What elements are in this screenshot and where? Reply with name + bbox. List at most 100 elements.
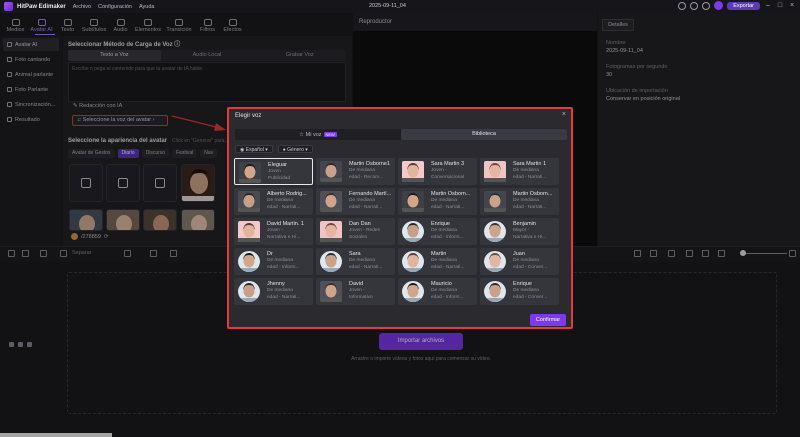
help-icon[interactable] [690,1,699,10]
voice-card[interactable]: Martin Osborn... De mediana edad - Narrati… [480,188,559,215]
voice-meta: edad - Conver... [513,295,548,300]
menu-ayuda[interactable]: Ayuda [139,4,155,10]
voice-meta: Informativo [349,295,373,300]
voice-avatar-image [239,162,261,183]
voice-avatar-image [320,251,342,272]
voice-name: Sara Martin 1 [513,161,547,167]
voice-avatar-image [402,281,424,302]
voice-name: Jhenny [267,281,285,287]
new-badge: NEW [323,132,337,137]
voice-card[interactable]: Jhenny De mediana edad - Narrati... [234,278,313,305]
voice-meta: edad - Narrati... [267,205,301,210]
user-avatar[interactable] [714,1,724,10]
voice-card[interactable]: Martin Osborne1 De mediana edad - Recom... [316,158,395,185]
voice-meta: edad - Narrati... [431,205,465,210]
voice-meta: Narrativa e Hi... [513,235,547,240]
voice-card[interactable]: Dan Dan Joven - Redes Sociales [316,218,395,245]
voice-card[interactable]: Sara Martin 3 Joven - Conversacional [398,158,477,185]
maximize-icon[interactable]: □ [776,2,784,10]
voice-avatar-image [320,221,342,242]
voice-name: Sara Martin 3 [431,161,465,167]
voice-avatar-image [238,221,260,242]
export-button[interactable]: Exportar [727,1,760,10]
voice-meta: edad - Narrati... [267,295,301,300]
voice-card[interactable]: Juan De mediana edad - Conver... [480,248,559,275]
voice-card[interactable]: Dr De mediana edad - Inform... [234,248,313,275]
voice-card[interactable]: Martin Osborn... De mediana edad - Narrati… [398,188,477,215]
voice-meta: De mediana [349,258,375,263]
voice-meta: De mediana [513,288,539,293]
confirm-button[interactable]: Confirmar [530,314,566,326]
voice-card[interactable]: Martin De mediana edad - Narrati... [398,248,477,275]
gender-label: Género [287,147,304,153]
voice-meta: De mediana [513,258,539,263]
voice-avatar-image [402,221,424,242]
voice-card[interactable]: Mauricio De mediana edad - Inform... [398,278,477,305]
my-voice-icon: ☆ [299,132,305,138]
voice-meta: De mediana [513,198,539,203]
voice-meta: edad - Narrati... [349,265,383,270]
voice-card[interactable]: Sara De mediana edad - Narrati... [316,248,395,275]
dialog-title: Elegir voz [235,113,262,119]
voice-meta: edad - Inform... [267,265,300,270]
voice-meta: De mediana [349,168,375,173]
voice-filters: ◉ Español ▾ ● Género ▾ [235,145,313,153]
voice-avatar-image [402,191,424,212]
voice-name: Eleguar [268,162,287,168]
close-icon[interactable]: × [562,111,566,118]
voice-avatar-image [484,221,506,242]
voice-name: Martin Osborne1 [349,161,390,167]
voice-source-tabs: ☆ Mi voz NEW Biblioteca [235,129,567,140]
voice-meta: De mediana [349,198,375,203]
voice-name: Alberto Rodrig... [267,191,307,197]
voice-avatar-image [320,191,342,212]
tab-biblioteca[interactable]: Biblioteca [401,129,567,140]
menu-configuracion[interactable]: Configuración [98,4,132,10]
voice-name: Juan [513,251,525,257]
chevron-down-icon: ▾ [305,147,308,153]
voice-meta: edad - Conver... [513,265,548,270]
document-title: 2025-09-11_04 [369,3,406,9]
voice-meta: edad - Narrati... [513,175,547,180]
voice-card[interactable]: Benjamin Mayor - Narrativa e Hi... [480,218,559,245]
voice-meta: edad - Inform... [431,235,464,240]
voice-name: Martin [431,251,447,257]
gender-dropdown[interactable]: ● Género ▾ [277,145,313,153]
voice-card[interactable]: David Martin. 1 Joven - Narrativa e Hi... [234,218,313,245]
voice-meta: edad - Narrati... [513,205,547,210]
minimize-icon[interactable]: – [764,2,772,10]
voice-card[interactable]: Eleguar Joven Publicidad [234,158,313,185]
tab-mi-voz[interactable]: ☆ Mi voz NEW [235,129,401,140]
download-icon[interactable] [702,1,711,10]
voice-grid: Eleguar Joven Publicidad Martin Osborne1 De … [234,158,566,305]
menu-archivo[interactable]: Archivo [73,4,91,10]
app-name: HitPaw Edimaker [17,3,66,10]
voice-avatar-image [320,281,342,302]
voice-meta: Conversacional [431,175,465,180]
voice-name: Enrique [431,221,450,227]
voice-meta: De mediana [267,288,293,293]
close-window-icon[interactable]: × [788,2,796,10]
language-dropdown[interactable]: ◉ Español ▾ [235,145,273,153]
voice-avatar-image [238,281,260,302]
title-bar: HitPaw Edimaker Archivo Configuración Ay… [0,0,800,13]
voice-card[interactable]: Sara Martin 1 De mediana edad - Narrati... [480,158,559,185]
chevron-down-icon: ▾ [265,147,268,153]
voice-avatar-image [238,191,260,212]
voice-meta: De mediana [431,288,457,293]
voice-meta: Mayor - [513,228,530,233]
tab-label: Mi voz [305,132,322,138]
voice-card[interactable]: Enrique De mediana edad - Inform... [398,218,477,245]
voice-meta: edad - Narrati... [349,205,383,210]
voice-card[interactable]: Alberto Rodrig... De mediana edad - Narrat… [234,188,313,215]
voice-card[interactable]: Enrique De mediana edad - Conver... [480,278,559,305]
voice-card[interactable]: Fernando Martí... De mediana edad - Narrat… [316,188,395,215]
history-icon[interactable] [678,1,687,10]
voice-meta: Joven - [267,228,283,233]
voice-name: Sara [349,251,361,257]
voice-card[interactable]: David Joven - Informativo [316,278,395,305]
voice-name: Enrique [513,281,532,287]
voice-name: Martin Osborn... [431,191,471,197]
language-icon: ◉ [240,147,245,153]
voice-name: Dr [267,251,273,257]
